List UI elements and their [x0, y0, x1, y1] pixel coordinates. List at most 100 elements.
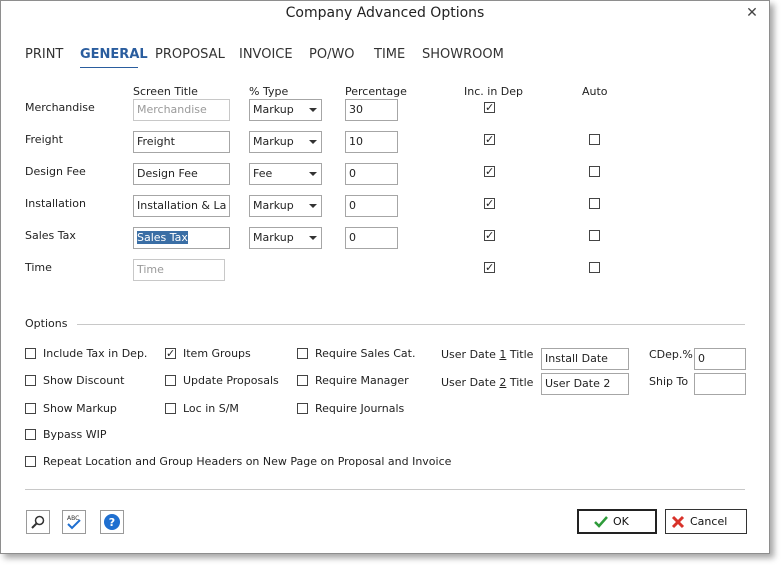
type-sales-tax-select[interactable]: Markup [249, 227, 322, 249]
percentage-merchandise-input[interactable]: 30 [345, 99, 398, 121]
col-header-screen-title: Screen Title [133, 85, 198, 98]
auto-sales-tax-checkbox[interactable] [589, 230, 600, 241]
tab-print[interactable]: PRINT [25, 47, 63, 62]
user-date-2-label: User Date 2 Title [441, 376, 533, 389]
item-groups-checkbox[interactable]: ✓ [165, 348, 176, 359]
inc-in-dep-sales-tax-checkbox[interactable]: ✓ [484, 230, 495, 241]
auto-design-fee-checkbox[interactable] [589, 166, 600, 177]
chevron-down-icon [309, 108, 317, 112]
screen-title-sales-tax-input[interactable]: Sales Tax [133, 227, 230, 249]
tab-time[interactable]: TIME [374, 47, 405, 62]
user-date-2-label-post: Title [506, 376, 534, 389]
update-proposals-checkbox[interactable] [165, 375, 176, 386]
inc-in-dep-merchandise-checkbox[interactable]: ✓ [484, 102, 495, 113]
col-header-inc-in-dep: Inc. in Dep [464, 85, 524, 98]
ship-to-input[interactable] [694, 373, 746, 395]
bypass-wip-label: Bypass WIP [43, 428, 107, 441]
user-date-1-label: User Date 1 Title [441, 348, 533, 361]
col-header-percentage: Percentage [345, 85, 407, 98]
user-date-1-label-post: Title [506, 348, 534, 361]
require-manager-checkbox[interactable] [297, 375, 308, 386]
percentage-design-fee-input[interactable]: 0 [345, 163, 398, 185]
cdep-label: CDep.% [649, 348, 693, 361]
type-sales-tax-value: Markup [253, 231, 294, 244]
show-discount-checkbox[interactable] [25, 375, 36, 386]
row-label-installation: Installation [25, 197, 86, 210]
chevron-down-icon [309, 172, 317, 176]
spell-check-icon: ABC [67, 515, 81, 530]
inc-in-dep-freight-checkbox[interactable]: ✓ [484, 134, 495, 145]
cancel-button[interactable]: Cancel [665, 509, 747, 534]
tab-showroom[interactable]: SHOWROOM [422, 47, 504, 62]
repeat-headers-checkbox[interactable] [25, 456, 36, 467]
percentage-freight-input[interactable]: 10 [345, 131, 398, 153]
screen-title-merchandise-input[interactable]: Merchandise [133, 99, 230, 121]
screen-title-installation-input[interactable]: Installation & La [133, 195, 230, 217]
screen-title-design-fee-input[interactable]: Design Fee [133, 163, 230, 185]
bypass-wip-checkbox[interactable] [25, 429, 36, 440]
item-groups-label: Item Groups [183, 347, 251, 360]
screen-title-time-input[interactable]: Time [133, 259, 225, 281]
require-journals-label: Require Journals [315, 402, 405, 415]
close-icon[interactable]: ✕ [743, 4, 761, 22]
auto-freight-checkbox[interactable] [589, 134, 600, 145]
user-date-1-label-pre: User Date [441, 348, 500, 361]
cancel-x-icon [670, 513, 686, 530]
type-installation-select[interactable]: Markup [249, 195, 322, 217]
ok-button[interactable]: OK [577, 509, 657, 534]
require-journals-checkbox[interactable] [297, 403, 308, 414]
footer-divider [25, 489, 745, 490]
auto-installation-checkbox[interactable] [589, 198, 600, 209]
include-tax-label: Include Tax in Dep. [43, 347, 148, 360]
ok-label: OK [613, 515, 629, 528]
type-merchandise-select[interactable]: Markup [249, 99, 322, 121]
chevron-down-icon [309, 204, 317, 208]
help-icon: ? [104, 514, 120, 530]
row-label-sales-tax: Sales Tax [25, 229, 76, 242]
screen-title-freight-input[interactable]: Freight [133, 131, 230, 153]
search-button[interactable] [26, 510, 50, 534]
user-date-2-label-pre: User Date [441, 376, 500, 389]
user-date-2-input[interactable]: User Date 2 [541, 373, 629, 395]
row-label-time: Time [25, 261, 52, 274]
require-manager-label: Require Manager [315, 374, 409, 387]
chevron-down-icon [309, 236, 317, 240]
cdep-input[interactable]: 0 [694, 348, 746, 370]
type-freight-value: Markup [253, 135, 294, 148]
check-icon [594, 515, 608, 528]
show-markup-label: Show Markup [43, 402, 117, 415]
inc-in-dep-installation-checkbox[interactable]: ✓ [484, 198, 495, 209]
spell-check-button[interactable]: ABC [62, 510, 86, 534]
auto-time-checkbox[interactable] [589, 262, 600, 273]
cancel-label: Cancel [690, 515, 728, 528]
svg-text:?: ? [109, 516, 115, 529]
type-merchandise-value: Markup [253, 103, 294, 116]
type-design-fee-value: Fee [253, 167, 273, 180]
require-sales-cat-checkbox[interactable] [297, 348, 308, 359]
type-installation-value: Markup [253, 199, 294, 212]
ship-to-label: Ship To [649, 375, 689, 388]
inc-in-dep-design-fee-checkbox[interactable]: ✓ [484, 166, 495, 177]
require-sales-cat-label: Require Sales Cat. [315, 347, 416, 360]
type-design-fee-select[interactable]: Fee [249, 163, 322, 185]
tab-po-wo[interactable]: PO/WO [309, 47, 355, 62]
chevron-down-icon [309, 140, 317, 144]
repeat-headers-label: Repeat Location and Group Headers on New… [43, 455, 452, 468]
svg-text:ABC: ABC [67, 515, 79, 522]
selected-text: Sales Tax [137, 231, 188, 244]
percentage-installation-input[interactable]: 0 [345, 195, 398, 217]
loc-in-sm-label: Loc in S/M [183, 402, 239, 415]
inc-in-dep-time-checkbox[interactable]: ✓ [484, 262, 495, 273]
loc-in-sm-checkbox[interactable] [165, 403, 176, 414]
update-proposals-label: Update Proposals [183, 374, 279, 387]
tab-general[interactable]: GENERAL [80, 47, 148, 62]
tab-invoice[interactable]: INVOICE [239, 47, 293, 62]
user-date-1-input[interactable]: Install Date [541, 348, 629, 370]
include-tax-checkbox[interactable] [25, 348, 36, 359]
tab-proposal[interactable]: PROPOSAL [155, 47, 225, 62]
dialog-title: Company Advanced Options [285, 5, 485, 21]
percentage-sales-tax-input[interactable]: 0 [345, 227, 398, 249]
help-button[interactable]: ? [100, 510, 124, 534]
show-markup-checkbox[interactable] [25, 403, 36, 414]
type-freight-select[interactable]: Markup [249, 131, 322, 153]
